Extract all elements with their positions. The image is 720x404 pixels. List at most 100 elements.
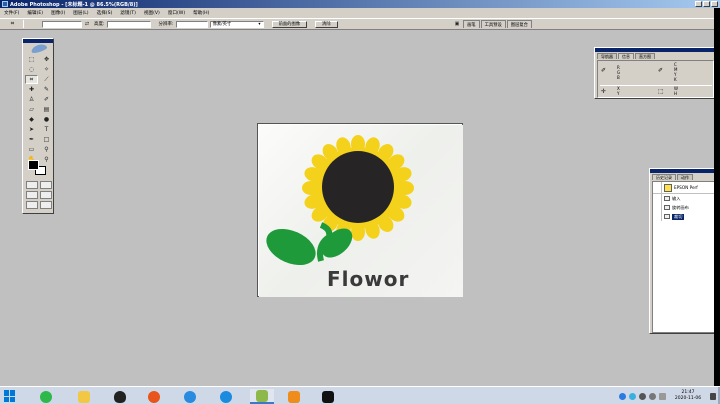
close-button[interactable] bbox=[711, 1, 718, 7]
taskbar-app-blue[interactable] bbox=[178, 389, 202, 404]
taskbar-clock[interactable]: 21:47 2020-11-06 bbox=[669, 390, 707, 402]
eraser-tool-icon[interactable]: ▱ bbox=[25, 105, 38, 114]
menu-select[interactable]: 选择(S) bbox=[97, 10, 113, 16]
toolbox-header[interactable] bbox=[23, 39, 53, 43]
eyedropper-tool-icon[interactable]: ⚲ bbox=[40, 145, 53, 154]
tab-tool-presets[interactable]: 工具预设 bbox=[480, 20, 506, 28]
menu-help[interactable]: 帮助(H) bbox=[193, 10, 209, 16]
magic-wand-tool-icon[interactable]: ✧ bbox=[40, 65, 53, 74]
snapshot-thumbnail-icon bbox=[664, 183, 672, 192]
history-step-icon bbox=[664, 205, 670, 210]
tab-actions[interactable]: 动作 bbox=[677, 174, 693, 180]
history-item-label: 输入 bbox=[672, 195, 681, 201]
clear-button[interactable]: 清除 bbox=[315, 20, 338, 28]
width-input[interactable] bbox=[42, 20, 82, 28]
path-selection-tool-icon[interactable]: ➤ bbox=[25, 125, 38, 134]
window-title: Adobe Photoshop - [未标题-1 @ 86.5%(RGB/8)] bbox=[10, 1, 138, 8]
move-tool-icon[interactable]: ✥ bbox=[40, 55, 53, 64]
tab-layer-comps[interactable]: 图层复合 bbox=[506, 20, 532, 28]
healing-brush-tool-icon[interactable]: ✚ bbox=[25, 85, 38, 94]
slice-tool-icon[interactable]: ⟋ bbox=[40, 75, 53, 84]
blur-tool-icon[interactable]: ◆ bbox=[25, 115, 38, 124]
menu-window[interactable]: 窗口(W) bbox=[168, 10, 185, 16]
tray-volume-icon[interactable] bbox=[649, 392, 656, 400]
canvas[interactable]: Flowor bbox=[259, 125, 463, 297]
tab-histogram[interactable]: 直方图 bbox=[635, 53, 655, 59]
minimize-button[interactable] bbox=[695, 1, 702, 7]
taskbar-wechat[interactable] bbox=[34, 389, 58, 404]
history-snapshot[interactable]: EPSON Perf bbox=[653, 182, 720, 194]
crop-tool-icon[interactable]: ⌗ bbox=[25, 75, 38, 84]
lasso-tool-icon[interactable]: ◌ bbox=[25, 65, 38, 74]
palette-well: ▣ 画笔 工具预设 图层复合 bbox=[452, 20, 532, 28]
history-brush-source-icon[interactable] bbox=[653, 182, 662, 193]
tab-navigator[interactable]: 导航器 bbox=[597, 53, 617, 59]
taskbar-screen-recorder[interactable] bbox=[316, 389, 340, 404]
chevron-down-icon: ▾ bbox=[258, 21, 261, 27]
resolution-input[interactable] bbox=[175, 20, 208, 28]
resolution-unit-value: 像素/英寸 bbox=[212, 22, 232, 27]
wechat-icon bbox=[40, 390, 52, 403]
clone-stamp-tool-icon[interactable]: ♙ bbox=[25, 95, 38, 104]
taskbar-app-orange[interactable] bbox=[282, 389, 306, 404]
history-brush-source-icon[interactable] bbox=[653, 212, 662, 221]
height-input[interactable] bbox=[106, 20, 151, 28]
tray-app-icon[interactable] bbox=[619, 392, 626, 400]
menu-filter[interactable]: 滤镜(T) bbox=[120, 10, 136, 16]
start-button[interactable] bbox=[4, 390, 16, 402]
taskbar-edge[interactable] bbox=[214, 389, 238, 404]
file-browser-icon[interactable]: ▣ bbox=[452, 20, 462, 28]
screen-mode-standard-button[interactable] bbox=[26, 191, 38, 199]
history-brush-tool-icon[interactable]: ✐ bbox=[40, 95, 53, 104]
taskbar: 21:47 2020-11-06 bbox=[0, 386, 720, 404]
menu-image[interactable]: 图像(I) bbox=[51, 10, 65, 16]
dodge-tool-icon[interactable]: ● bbox=[40, 115, 53, 124]
taskbar-file-explorer[interactable] bbox=[72, 389, 96, 404]
history-palette-header[interactable] bbox=[650, 169, 719, 173]
taskbar-browser[interactable] bbox=[142, 389, 166, 404]
info-palette-header[interactable] bbox=[595, 48, 715, 52]
history-item[interactable]: 输入 bbox=[653, 194, 720, 203]
taskbar-photoshop[interactable] bbox=[250, 389, 274, 404]
swap-dimensions-icon[interactable]: ⇄ bbox=[82, 20, 92, 29]
notification-icon[interactable] bbox=[710, 392, 716, 400]
type-tool-icon[interactable]: T bbox=[40, 125, 53, 134]
screen-mode-full-button[interactable] bbox=[40, 191, 52, 199]
tab-brushes[interactable]: 画笔 bbox=[463, 20, 480, 28]
tray-ime-icon[interactable] bbox=[659, 392, 666, 400]
standard-mode-button[interactable] bbox=[26, 181, 38, 189]
resolution-unit-select[interactable]: 像素/英寸 ▾ bbox=[209, 20, 264, 28]
quick-mask-mode-button[interactable] bbox=[40, 181, 52, 189]
selection-size-icon: ⬚ bbox=[658, 88, 664, 95]
notes-tool-icon[interactable]: ▭ bbox=[25, 145, 38, 154]
blue-app-icon bbox=[184, 390, 196, 403]
front-image-button[interactable]: 前面的图像 bbox=[271, 20, 308, 28]
history-brush-source-icon[interactable] bbox=[653, 203, 662, 212]
history-item-selected[interactable]: 裁切 bbox=[653, 212, 720, 221]
maximize-button[interactable] bbox=[703, 1, 710, 7]
foreground-color-swatch[interactable] bbox=[28, 160, 39, 170]
shape-tool-icon[interactable]: □ bbox=[40, 135, 53, 144]
gradient-tool-icon[interactable]: ▤ bbox=[40, 105, 53, 114]
menu-edit[interactable]: 编辑(E) bbox=[27, 10, 43, 16]
brush-tool-icon[interactable]: ✎ bbox=[40, 85, 53, 94]
history-item[interactable]: 旋转画布 bbox=[653, 203, 720, 212]
menu-layer[interactable]: 图层(L) bbox=[73, 10, 88, 16]
taskbar-qq[interactable] bbox=[108, 389, 132, 404]
tray-qq-icon[interactable] bbox=[629, 392, 636, 400]
adobe-feather-icon[interactable] bbox=[30, 42, 48, 55]
history-list: EPSON Perf 输入 旋转画布 裁切 bbox=[652, 181, 720, 333]
marquee-tool-icon[interactable]: ⬚ bbox=[25, 55, 38, 64]
tab-history[interactable]: 历史记录 bbox=[652, 174, 676, 180]
screen-mode-black-button[interactable] bbox=[26, 201, 38, 209]
crop-tool-preset-icon[interactable]: ⌗ bbox=[6, 20, 19, 29]
menu-file[interactable]: 文件(F) bbox=[4, 10, 19, 16]
document-window: Flowor bbox=[257, 123, 463, 297]
jump-to-imageready-button[interactable] bbox=[40, 201, 52, 209]
info-readout: ✐ R G B ✐ C M Y K ✛ X Y ⬚ W H bbox=[597, 60, 714, 98]
tab-info[interactable]: 信息 bbox=[618, 53, 634, 59]
history-brush-source-icon[interactable] bbox=[653, 194, 662, 203]
menu-view[interactable]: 视图(V) bbox=[144, 10, 160, 16]
pen-tool-icon[interactable]: ✒ bbox=[25, 135, 38, 144]
tray-network-icon[interactable] bbox=[639, 392, 646, 400]
